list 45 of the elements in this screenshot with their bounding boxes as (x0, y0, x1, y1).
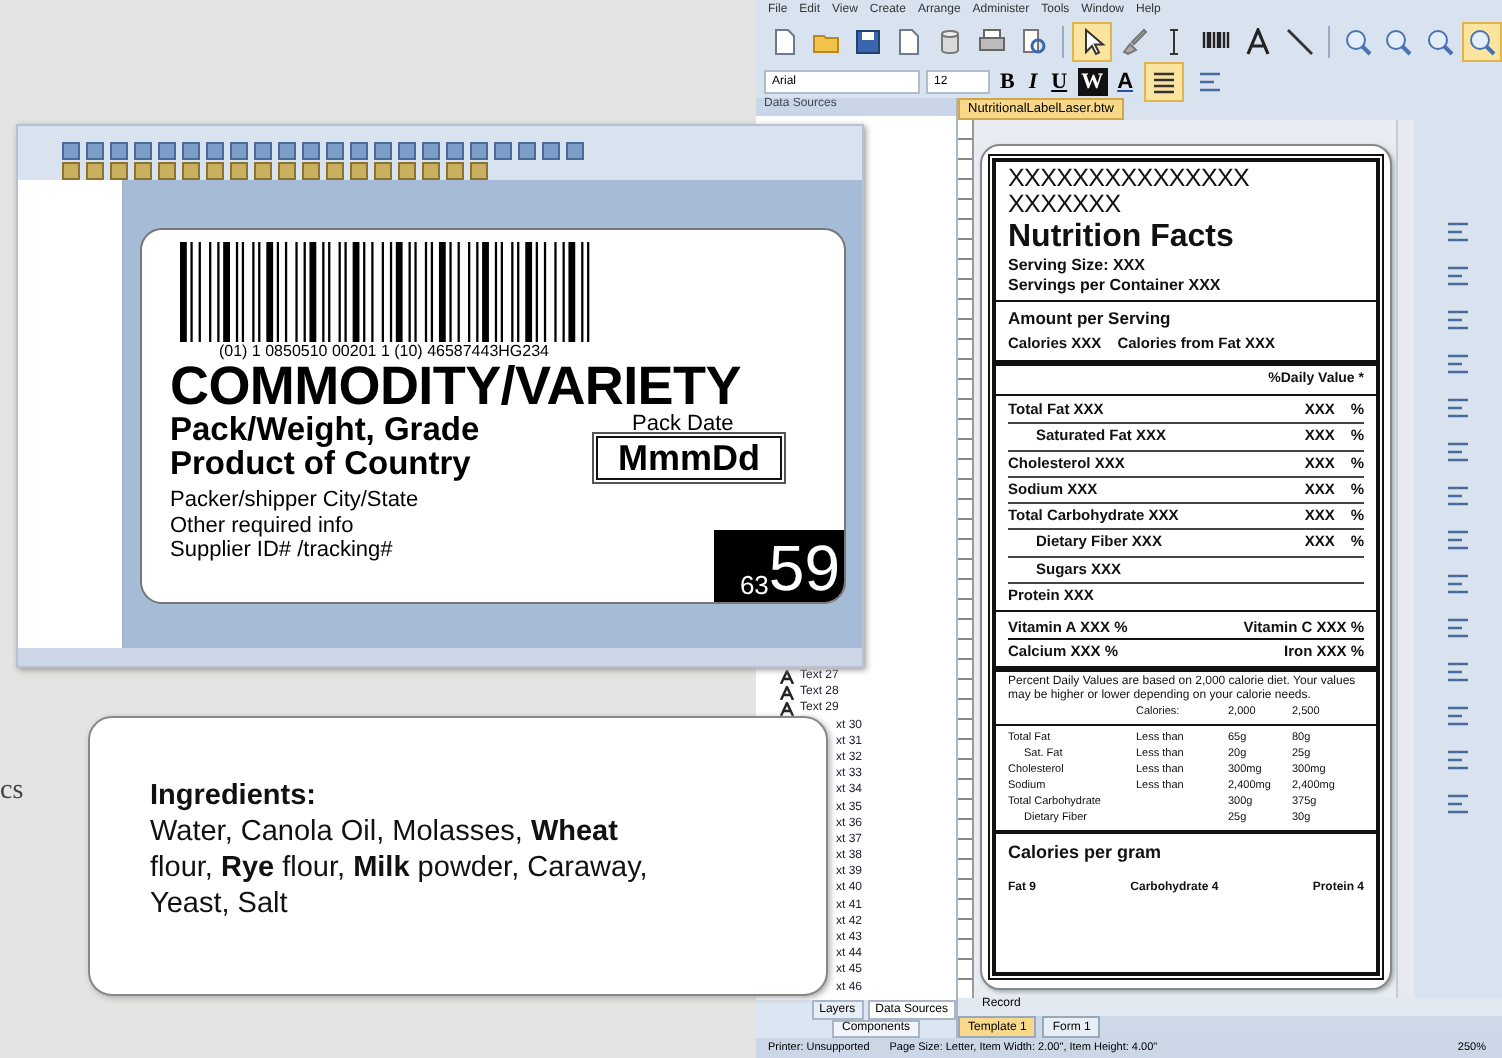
text-tool-icon[interactable] (1244, 28, 1272, 56)
align-icon[interactable] (1444, 350, 1472, 378)
zoom-fit-icon[interactable] (1468, 28, 1497, 56)
bold-button[interactable]: B (996, 67, 1019, 95)
line-icon[interactable] (1285, 28, 1314, 56)
commodity-title: COMMODITY/VARIETY (170, 360, 743, 414)
word-button[interactable]: W (1077, 67, 1108, 95)
label-text: Product of Country (170, 448, 473, 482)
label-text: XXXXXXXXXXXXXXX (1008, 166, 1252, 192)
align-icon[interactable] (1444, 790, 1472, 818)
italic-button[interactable]: I (1024, 67, 1042, 95)
label-text: XXXXXXX (1008, 192, 1123, 218)
serving-size: Serving Size: XXX (1008, 256, 1147, 276)
nutrition-title: Nutrition Facts (1008, 218, 1236, 256)
new-document-icon[interactable] (769, 28, 798, 56)
print-preview-icon[interactable] (1019, 28, 1048, 56)
zoom-page-icon[interactable] (1426, 28, 1455, 56)
barcode-number: (01) 1 0850510 00201 1 (10) 46587443HG234 (218, 342, 550, 360)
label-text: Other required info (170, 513, 356, 538)
code-block: 6359 (714, 530, 844, 602)
page-icon[interactable] (894, 28, 923, 56)
label-text: Supplier ID# /tracking# (170, 538, 395, 563)
zoom-out-icon[interactable] (1384, 28, 1413, 56)
label-text: Packer/shipper City/State (170, 488, 421, 513)
font-color-button[interactable]: A (1113, 67, 1138, 95)
calories-per-gram-heading: Calories per gram (1008, 840, 1164, 867)
scrollbar[interactable] (1396, 120, 1414, 998)
pack-date-label: Pack Date (630, 414, 734, 436)
database-icon[interactable] (936, 28, 965, 56)
align-icon[interactable] (1444, 218, 1472, 246)
zoom-in-icon[interactable] (1343, 28, 1372, 56)
cut-off-text: cs (0, 776, 24, 808)
printer-icon[interactable] (978, 28, 1007, 56)
servings-per-container: Servings per Container XXX (1008, 276, 1364, 296)
ingredients-text: Water, Canola Oil, Molasses, Wheat flour, Rye flour, Milk powder, Caraway, Yeast, Salt (150, 814, 650, 922)
amount-heading: Amount per Serving (1008, 306, 1173, 332)
justify-icon[interactable] (1149, 67, 1178, 95)
pack-date-box: MmmDd (596, 436, 782, 480)
ingredients-heading: Ingredients: (150, 778, 318, 814)
label-text: Pack/Weight, Grade (170, 414, 482, 448)
brush-icon[interactable] (1119, 28, 1148, 56)
align-icon[interactable] (1444, 306, 1472, 334)
underline-button[interactable]: U (1047, 67, 1072, 95)
save-icon[interactable] (853, 28, 882, 56)
align-icon[interactable] (1444, 262, 1472, 290)
